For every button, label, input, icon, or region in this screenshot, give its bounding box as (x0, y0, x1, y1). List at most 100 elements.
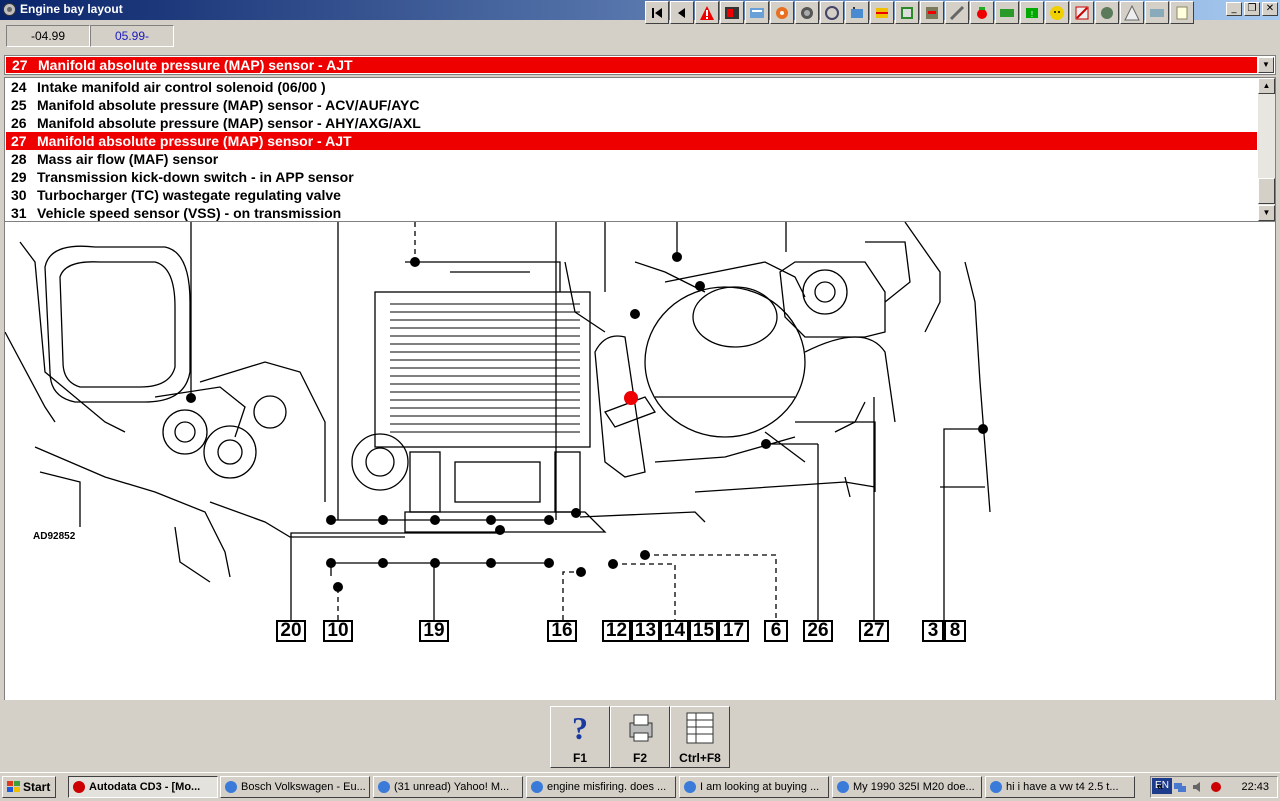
windows-flag-icon (7, 781, 20, 792)
print-setup-icon[interactable] (1145, 1, 1169, 24)
callout-8[interactable]: 8 (944, 620, 966, 642)
callout-label: 8 (949, 620, 961, 641)
task-autodata[interactable]: Autodata CD3 - [Mo... (68, 776, 218, 798)
list-item-label: Manifold absolute pressure (MAP) sensor … (37, 97, 420, 113)
spark-icon[interactable] (920, 1, 944, 24)
callout-label: 6 (770, 620, 782, 641)
callout-label: 16 (551, 620, 573, 641)
callout-label: 19 (423, 620, 445, 641)
tools-icon[interactable] (1070, 1, 1094, 24)
task-browser[interactable]: Bosch Volkswagen - Eu... (220, 776, 370, 798)
task-label: Autodata CD3 - [Mo... (89, 781, 201, 793)
callout-12[interactable]: 12 (602, 620, 631, 642)
list-item[interactable]: 30 Turbocharger (TC) wastegate regulating… (6, 186, 1257, 204)
options-icon[interactable] (1120, 1, 1144, 24)
callout-3[interactable]: 3 (922, 620, 944, 642)
table-button[interactable]: Ctrl+F8 (670, 706, 730, 768)
list-item[interactable]: 26 Manifold absolute pressure (MAP) senso… (6, 114, 1257, 132)
back-icon[interactable] (670, 1, 694, 24)
list-item[interactable]: 29 Transmission kick-down switch - in APP… (6, 168, 1257, 186)
list-item-number: 25 (11, 97, 27, 113)
task-browser[interactable]: I am looking at buying ... (679, 776, 829, 798)
callout-20[interactable]: 20 (276, 620, 306, 642)
diagnose-icon[interactable] (1045, 1, 1069, 24)
security-tray-icon[interactable] (1209, 780, 1223, 794)
scroll-thumb[interactable] (1258, 178, 1275, 204)
browser-icon (225, 781, 237, 793)
fault-icon[interactable]: ! (1020, 1, 1044, 24)
list-item-selected[interactable]: 27 Manifold absolute pressure (MAP) senso… (6, 132, 1257, 150)
help-button[interactable]: ? F1 (550, 706, 610, 768)
emission-icon[interactable] (995, 1, 1019, 24)
callout-label: 3 (927, 620, 939, 641)
engine-icon[interactable] (770, 1, 794, 24)
chevron-down-icon[interactable]: ▼ (1258, 57, 1274, 73)
sensor-icon[interactable] (970, 1, 994, 24)
tyre-icon[interactable] (795, 1, 819, 24)
taskbar: Start Autodata CD3 - [Mo... Bosch Volksw… (0, 772, 1280, 801)
browser-icon (378, 781, 390, 793)
service-icon[interactable] (745, 1, 769, 24)
callout-label: 12 (605, 620, 628, 641)
callout-10[interactable]: 10 (323, 620, 353, 642)
list-item-label: Vehicle speed sensor (VSS) - on transmis… (37, 205, 342, 221)
list-scrollbar[interactable]: ▲ ▼ (1258, 78, 1275, 221)
list-item-label: Manifold absolute pressure (MAP) sensor … (37, 115, 421, 131)
task-browser[interactable]: hi i have a vw t4 2.5 t... (985, 776, 1135, 798)
browser-icon (531, 781, 543, 793)
callout-27[interactable]: 27 (859, 620, 889, 642)
exit-icon[interactable] (1170, 1, 1194, 24)
callout-19[interactable]: 19 (419, 620, 449, 642)
first-icon[interactable] (645, 1, 669, 24)
component-combo[interactable]: 27 Manifold absolute pressure (MAP) senso… (4, 55, 1276, 75)
date-from-cell[interactable]: -04.99 (6, 25, 90, 47)
combo-selected[interactable]: 27 Manifold absolute pressure (MAP) senso… (6, 57, 1257, 73)
callout-17[interactable]: 17 (718, 620, 749, 642)
list-item[interactable]: 24 Intake manifold air control solenoid (… (6, 78, 1257, 96)
security-icon[interactable] (1095, 1, 1119, 24)
callout-15[interactable]: 15 (689, 620, 718, 642)
minimize-button[interactable]: _ (1226, 2, 1242, 16)
date-to-cell[interactable]: 05.99- (90, 25, 174, 47)
scroll-down-icon[interactable]: ▼ (1258, 205, 1275, 221)
scroll-up-icon[interactable]: ▲ (1258, 78, 1275, 94)
print-button[interactable]: F2 (610, 706, 670, 768)
callout-13[interactable]: 13 (631, 620, 660, 642)
callout-16[interactable]: 16 (547, 620, 577, 642)
network-icon[interactable] (1173, 780, 1187, 794)
manual-icon[interactable] (870, 1, 894, 24)
wiring-icon[interactable] (945, 1, 969, 24)
list-item[interactable]: 28 Mass air flow (MAF) sensor (6, 150, 1257, 168)
task-browser[interactable]: (31 unread) Yahoo! M... (373, 776, 523, 798)
volume-icon[interactable] (1191, 780, 1205, 794)
battery-icon[interactable] (845, 1, 869, 24)
task-label: engine misfiring. does ... (547, 781, 667, 793)
list-item[interactable]: 25 Manifold absolute pressure (MAP) senso… (6, 96, 1257, 114)
list-item[interactable]: 31 Vehicle speed sensor (VSS) - on transm… (6, 204, 1257, 221)
callout-14[interactable]: 14 (660, 620, 689, 642)
contents-icon[interactable] (720, 1, 744, 24)
task-browser[interactable]: engine misfiring. does ... (526, 776, 676, 798)
help-button-label: F1 (572, 751, 587, 765)
restore-button[interactable]: ❐ (1244, 2, 1260, 16)
warning-icon[interactable] (695, 1, 719, 24)
tray-expand-icon[interactable]: « (1157, 777, 1163, 797)
list-item-label: Mass air flow (MAF) sensor (37, 151, 219, 167)
task-label: hi i have a vw t4 2.5 t... (1006, 781, 1119, 793)
component-list: 24 Intake manifold air control solenoid (… (4, 77, 1276, 222)
app-icon (3, 3, 16, 16)
repair-icon[interactable] (820, 1, 844, 24)
window-title: Engine bay layout (20, 2, 123, 16)
list-item-number: 31 (11, 205, 27, 221)
close-button[interactable]: ✕ (1262, 2, 1278, 16)
table-icon (686, 712, 714, 744)
date-range-bar: -04.99 05.99- (0, 24, 1280, 50)
diagram-ref: AD92852 (33, 531, 76, 542)
callout-26[interactable]: 26 (803, 620, 833, 642)
callout-6[interactable]: 6 (764, 620, 788, 642)
engine-bay-icon[interactable] (895, 1, 919, 24)
task-browser[interactable]: My 1990 325I M20 doe... (832, 776, 982, 798)
start-button[interactable]: Start (2, 776, 56, 798)
callout-label: 13 (634, 620, 657, 641)
map-sensor-marker (624, 391, 638, 405)
